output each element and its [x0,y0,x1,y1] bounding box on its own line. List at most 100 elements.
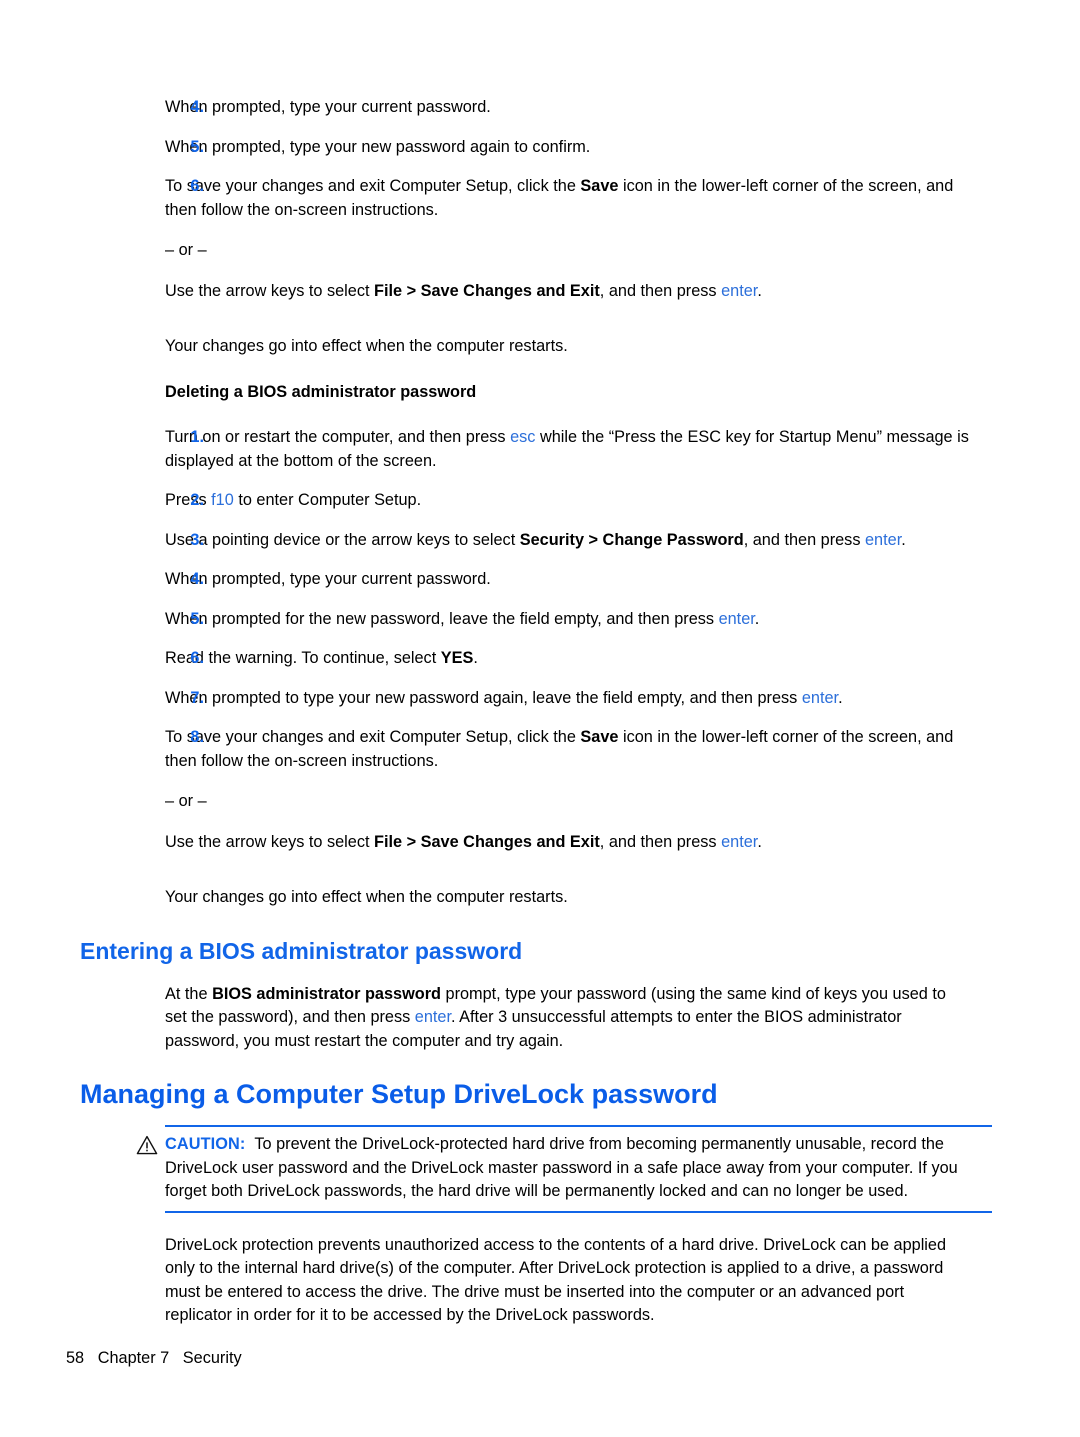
document-page: 4. When prompted, type your current pass… [0,0,1080,1437]
list-number: 6. [190,649,204,667]
text-fragment: . [901,530,906,549]
alternate-instruction: Use the arrow keys to select File > Save… [165,280,970,304]
list-item: 4. When prompted, type your current pass… [80,96,970,120]
text-fragment: At the [165,984,213,1003]
caution-admonition: CAUTION: To prevent the DriveLock-protect… [136,1125,992,1213]
list-item: 5. When prompted, type your new password… [80,136,970,160]
list-item: 5. When prompted for the new password, l… [80,608,970,632]
heading-entering-bios-password: Entering a BIOS administrator password [80,937,523,964]
list-item-text: When prompted to type your new password … [165,687,970,711]
text-fragment: Use the arrow keys to select [165,281,375,300]
text-fragment: , and then press [599,281,722,300]
list-number: 7. [190,688,204,707]
list-item: 7. When prompted to type your new passwo… [80,687,970,711]
list-item-text: When prompted, type your new password ag… [165,137,591,156]
bold-menu-path: File > Save Changes and Exit [374,832,600,851]
list-item: 3. Use a pointing device or the arrow ke… [80,529,970,553]
bold-term-yes: YES [440,649,474,667]
footer-page-number: 58 [66,1349,85,1367]
list-item-text: Read the warning. To continue, select YE… [165,647,970,671]
list-item-text: When prompted, type your current passwor… [165,570,491,588]
list-item: 6. To save your changes and exit Compute… [80,175,970,303]
bold-term-bios-admin-password: BIOS administrator password [212,984,441,1003]
list-item: 6. Read the warning. To continue, select… [80,647,970,671]
key-name-enter: enter [718,609,755,628]
subheading-deleting-bios-password: Deleting a BIOS administrator password [165,382,477,401]
list-number: 3. [190,530,204,549]
caution-label: CAUTION: [165,1135,246,1153]
bold-menu-path: Security > Change Password [519,530,744,549]
or-separator: – or – [165,241,207,259]
text-fragment: Turn on or restart the computer, and the… [165,428,511,446]
text-fragment: When prompted to type your new password … [165,688,802,707]
list-item: 4. When prompted, type your current pass… [80,568,970,592]
key-name-f10: f10 [211,491,234,509]
list-item-text: When prompted for the new password, leav… [165,608,970,632]
text-fragment: When prompted for the new password, leav… [165,609,719,628]
list-number: 4. [190,98,204,116]
key-name-enter: enter [721,832,758,851]
list-number: 4. [190,570,204,588]
text-fragment: to enter Computer Setup. [233,491,422,509]
text-fragment: . [757,832,762,851]
list-item: 2. Press f10 to enter Computer Setup. [80,489,970,513]
key-name-enter: enter [414,1008,452,1026]
steps-list-changing-password: 4. When prompted, type your current pass… [80,96,970,303]
list-item-text: When prompted, type your current passwor… [165,98,491,116]
text-fragment: , and then press [743,530,865,549]
list-item: 8. To save your changes and exit Compute… [80,726,970,854]
text-fragment: Use the arrow keys to select [165,832,375,851]
entering-bios-paragraph: At the BIOS administrator password promp… [165,983,970,1054]
text-fragment: , and then press [599,832,722,851]
list-number: 2. [190,491,204,509]
list-number: 1. [190,428,204,446]
list-item-text: Turn on or restart the computer, and the… [165,426,970,473]
footer-chapter: Chapter 7 [97,1349,170,1367]
list-item-text: To save your changes and exit Computer S… [165,726,970,773]
list-number: 5. [190,137,204,156]
text-fragment: . [757,281,762,300]
heading-managing-drivelock-password: Managing a Computer Setup DriveLock pass… [80,1079,718,1109]
caution-bottom-rule [165,1210,992,1213]
key-name-enter: enter [865,530,902,549]
page-content: 4. When prompted, type your current pass… [80,96,992,1328]
page-footer: 58 Chapter 7 Security [66,1348,242,1368]
list-number: 6. [190,177,204,195]
caution-text: To prevent the DriveLock-protected hard … [165,1135,958,1200]
drivelock-description-paragraph: DriveLock protection prevents unauthoriz… [165,1235,947,1325]
list-number: 8. [190,728,204,746]
text-fragment: Use a pointing device or the arrow keys … [165,530,520,549]
bold-menu-path: File > Save Changes and Exit [374,281,600,300]
key-name-enter: enter [721,281,758,300]
footer-section: Security [182,1349,242,1367]
text-fragment: To save your changes and exit Computer S… [165,728,581,746]
list-item-text: Use a pointing device or the arrow keys … [165,529,970,553]
text-fragment: . [838,688,843,707]
text-fragment: . [473,649,478,667]
or-separator: – or – [165,792,207,810]
list-number: 5. [190,609,204,628]
restart-note: Your changes go into effect when the com… [165,337,568,355]
list-item-text: To save your changes and exit Computer S… [165,175,970,222]
bold-term-save: Save [580,728,619,746]
key-name-esc: esc [510,428,536,446]
list-item: 1. Turn on or restart the computer, and … [80,426,970,473]
list-item-text: Press f10 to enter Computer Setup. [165,489,970,513]
restart-note: Your changes go into effect when the com… [165,888,568,906]
steps-list-deleting-password: 1. Turn on or restart the computer, and … [80,426,970,854]
text-fragment: Read the warning. To continue, select [165,649,441,667]
bold-term-save: Save [580,177,619,195]
key-name-enter: enter [801,688,839,707]
text-fragment: . [754,609,760,628]
warning-triangle-icon [136,1135,158,1155]
text-fragment: To save your changes and exit Computer S… [165,177,581,195]
caution-body: CAUTION: To prevent the DriveLock-protect… [165,1127,992,1211]
